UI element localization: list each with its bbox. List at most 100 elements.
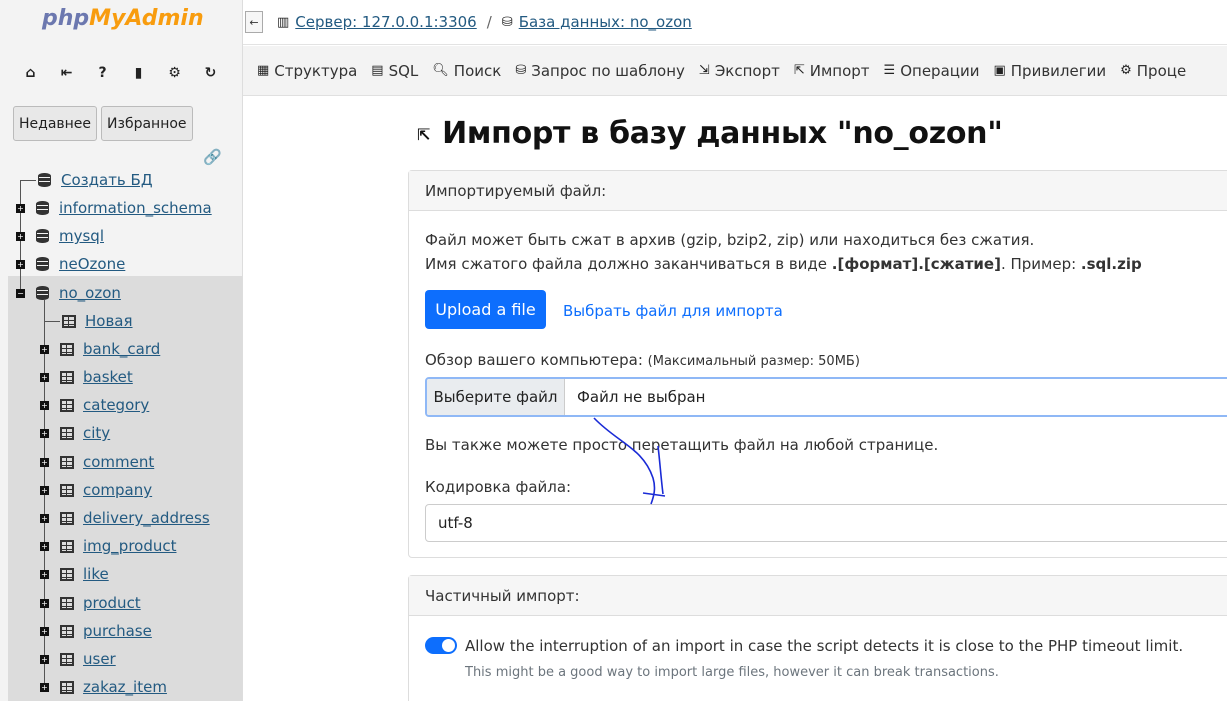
encoding-select[interactable]: utf-8 bbox=[425, 504, 1227, 542]
export-icon: ⇲ bbox=[698, 63, 710, 78]
tab-export[interactable]: ⇲ Экспорт bbox=[699, 62, 780, 80]
tree-item-table[interactable]: + company bbox=[40, 476, 152, 504]
expand-icon[interactable]: + bbox=[40, 372, 49, 382]
expand-icon[interactable]: + bbox=[40, 513, 49, 523]
sql-icon: ▤ bbox=[371, 63, 384, 78]
compression-example: Имя сжатого файла должно заканчиваться в… bbox=[425, 255, 1142, 273]
table-add-icon bbox=[62, 314, 76, 328]
settings-icon[interactable]: ⚙ bbox=[166, 64, 183, 81]
choose-file-link[interactable]: Выбрать файл для импорта bbox=[563, 302, 783, 320]
tab-query[interactable]: ⛁ Запрос по шаблону bbox=[515, 62, 685, 80]
home-icon[interactable]: ⌂ bbox=[22, 64, 39, 81]
expand-icon[interactable]: + bbox=[40, 457, 49, 467]
tree-item-table[interactable]: + product bbox=[40, 589, 141, 617]
drag-hint: Вы также можете просто перетащить файл н… bbox=[425, 436, 939, 454]
tree-item-table[interactable]: + comment bbox=[40, 448, 154, 476]
tree-item-table[interactable]: + delivery_address bbox=[40, 504, 210, 532]
tab-structure[interactable]: ▦ Структура bbox=[257, 62, 357, 80]
expand-icon[interactable]: + bbox=[40, 569, 49, 579]
table-icon bbox=[60, 567, 74, 581]
tree-item-table[interactable]: + img_product bbox=[40, 532, 177, 560]
expand-icon[interactable]: + bbox=[40, 428, 49, 438]
help-icon[interactable]: ? bbox=[94, 64, 111, 81]
docs-icon[interactable]: ▮ bbox=[130, 64, 147, 81]
expand-icon[interactable]: + bbox=[40, 400, 49, 410]
tree-item-table[interactable]: + purchase bbox=[40, 617, 152, 645]
expand-icon[interactable]: + bbox=[40, 485, 49, 495]
table-icon bbox=[60, 511, 74, 525]
import-icon: ⇱ bbox=[793, 63, 805, 78]
expand-icon[interactable]: + bbox=[40, 598, 49, 608]
tree-item-table[interactable]: + city bbox=[40, 419, 110, 447]
expand-icon[interactable]: + bbox=[40, 626, 49, 636]
file-input[interactable]: Выберите файл Файл не выбран bbox=[425, 377, 1227, 417]
expand-icon[interactable]: + bbox=[40, 682, 49, 692]
allow-interrupt-toggle[interactable] bbox=[425, 637, 457, 654]
tab-routines[interactable]: ⚙ Проце bbox=[1120, 62, 1186, 80]
privileges-icon: ▣ bbox=[993, 63, 1006, 78]
expand-icon[interactable]: + bbox=[40, 344, 49, 354]
breadcrumb-separator: / bbox=[486, 13, 492, 31]
breadcrumb-server[interactable]: Сервер: 127.0.0.1:3306 bbox=[295, 13, 476, 31]
tree-item-table[interactable]: + bank_card bbox=[40, 335, 160, 363]
tab-search[interactable]: 🔍︎ Поиск bbox=[432, 62, 501, 80]
search-icon: 🔍︎ bbox=[432, 63, 449, 78]
table-icon bbox=[60, 624, 74, 638]
database-add-icon bbox=[38, 173, 51, 187]
table-icon bbox=[60, 398, 74, 412]
compression-info: Файл может быть сжат в архив (gzip, bzip… bbox=[425, 231, 1035, 249]
tree-item-new-table[interactable]: Новая bbox=[62, 307, 133, 335]
table-icon bbox=[60, 680, 74, 694]
tab-recent[interactable]: Недавнее bbox=[13, 106, 98, 141]
allow-interrupt-hint: This might be a good way to import large… bbox=[465, 665, 999, 680]
tree-item-table[interactable]: + user bbox=[40, 645, 116, 673]
main-content: ⇱ Импорт в базу данных "no_ozon" Импортир… bbox=[243, 96, 1227, 701]
database-icon bbox=[36, 201, 49, 215]
tree-item-table[interactable]: + zakaz_item bbox=[40, 673, 167, 701]
logout-icon[interactable]: ⇤ bbox=[58, 64, 75, 81]
navigation-panel: phpMyAdmin ⌂ ⇤ ? ▮ ⚙ ↻ Недавнее Избранно… bbox=[0, 0, 243, 701]
routines-icon: ⚙ bbox=[1120, 63, 1132, 78]
tree-item-table[interactable]: + category bbox=[40, 391, 149, 419]
tab-sql[interactable]: ▤ SQL bbox=[371, 62, 418, 80]
table-icon bbox=[60, 370, 74, 384]
expand-icon[interactable]: + bbox=[40, 541, 49, 551]
breadcrumb-database[interactable]: База данных: no_ozon bbox=[519, 13, 692, 31]
tab-import[interactable]: ⇱ Импорт bbox=[794, 62, 870, 80]
tree-item-db[interactable]: + mysql bbox=[16, 222, 104, 250]
tree-line bbox=[44, 321, 60, 322]
nav-icon-bar: ⌂ ⇤ ? ▮ ⚙ ↻ bbox=[22, 64, 219, 81]
tree-item-db[interactable]: + information_schema bbox=[16, 194, 212, 222]
browse-label: Обзор вашего компьютера: (Максимальный р… bbox=[425, 351, 860, 369]
expand-icon[interactable]: + bbox=[40, 654, 49, 664]
tree-item-db-selected[interactable]: − no_ozon bbox=[16, 279, 121, 307]
table-icon bbox=[60, 652, 74, 666]
card-header: Частичный импорт: bbox=[409, 576, 1227, 616]
tree-item-create-db[interactable]: Создать БД bbox=[38, 166, 153, 194]
upload-file-button[interactable]: Upload a file bbox=[425, 290, 546, 329]
import-file-card: Импортируемый файл: Файл может быть сжат… bbox=[408, 170, 1227, 558]
phpmyadmin-logo[interactable]: phpMyAdmin bbox=[42, 6, 204, 31]
tab-privileges[interactable]: ▣ Привилегии bbox=[993, 62, 1106, 80]
collapse-icon[interactable]: − bbox=[16, 288, 25, 298]
collapse-nav-button[interactable]: ← bbox=[245, 11, 263, 33]
card-header: Импортируемый файл: bbox=[409, 171, 1227, 211]
choose-file-button[interactable]: Выберите файл bbox=[427, 379, 565, 415]
reload-icon[interactable]: ↻ bbox=[202, 64, 219, 81]
tree-item-db[interactable]: + neOzone bbox=[16, 250, 125, 278]
expand-icon[interactable]: + bbox=[16, 231, 25, 241]
tab-favorites[interactable]: Избранное bbox=[101, 106, 193, 141]
database-icon bbox=[36, 229, 49, 243]
tree-item-table[interactable]: + like bbox=[40, 560, 109, 588]
table-icon bbox=[60, 426, 74, 440]
import-icon: ⇱ bbox=[417, 125, 431, 144]
link-icon[interactable]: 🔗 bbox=[203, 148, 222, 166]
tree-item-table[interactable]: + basket bbox=[40, 363, 133, 391]
operations-icon: ☰ bbox=[883, 63, 896, 78]
database-icon bbox=[36, 257, 49, 271]
annotation-arrow-icon bbox=[593, 417, 666, 505]
expand-icon[interactable]: + bbox=[16, 259, 25, 269]
expand-icon[interactable]: + bbox=[16, 203, 25, 213]
allow-interrupt-label: Allow the interruption of an import in c… bbox=[465, 637, 1184, 655]
tab-operations[interactable]: ☰ Операции bbox=[884, 62, 980, 80]
